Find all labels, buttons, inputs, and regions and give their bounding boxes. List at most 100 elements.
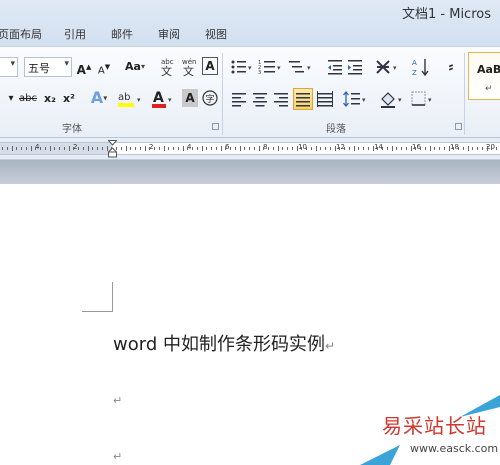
paragraph-dialog-launcher-icon[interactable] bbox=[455, 123, 462, 130]
align-left-icon[interactable] bbox=[230, 89, 248, 109]
group-separator bbox=[464, 53, 465, 135]
subscript-button[interactable]: x₂ bbox=[42, 89, 58, 109]
ruler-tick bbox=[443, 147, 445, 150]
ruler-tick bbox=[358, 147, 360, 150]
ruler-tick bbox=[420, 147, 421, 150]
line-spacing-icon[interactable]: ▾ bbox=[342, 89, 368, 109]
ruler-tick bbox=[73, 147, 75, 150]
document-paragraph[interactable]: word 中如制作条形码实例↵ bbox=[113, 330, 335, 356]
numbering-icon[interactable]: 1 2 3 ▾ bbox=[258, 57, 284, 77]
ruler-tick bbox=[348, 147, 350, 150]
empty-paragraph[interactable]: ↵ bbox=[113, 450, 122, 463]
ruler-tick bbox=[315, 146, 317, 151]
bullets-icon[interactable]: ▾ bbox=[230, 57, 254, 77]
ruler-tick bbox=[101, 147, 103, 150]
font-name-combo[interactable]: ▾ bbox=[0, 57, 18, 77]
ruler-tick bbox=[21, 147, 22, 150]
ruler-tick bbox=[59, 147, 60, 150]
text-effects-button[interactable]: A▾ bbox=[88, 88, 110, 108]
tab-mailings[interactable]: 邮件 bbox=[111, 24, 133, 44]
ruler-tick bbox=[372, 146, 374, 151]
svg-text:▾: ▾ bbox=[168, 96, 172, 104]
enclose-characters-icon[interactable]: 字 bbox=[202, 89, 218, 109]
ruler-tick bbox=[125, 146, 127, 151]
tab-view[interactable]: 视图 bbox=[205, 24, 227, 44]
ruler-tick bbox=[249, 147, 250, 150]
font-color-button[interactable]: A ▾ bbox=[150, 88, 174, 108]
increase-indent-icon[interactable] bbox=[346, 57, 364, 77]
show-formatting-marks-icon[interactable]: ⸗ bbox=[444, 57, 458, 77]
ruler-tick bbox=[201, 146, 203, 151]
ruler-tick bbox=[206, 147, 208, 150]
ruler-tick bbox=[44, 147, 46, 150]
ruler-tick bbox=[377, 147, 379, 150]
phonetic-guide-icon[interactable]: abc 文 bbox=[158, 55, 178, 77]
ruler-tick bbox=[344, 147, 345, 150]
ruler-tick bbox=[287, 147, 288, 150]
ruler-tick bbox=[2, 147, 3, 150]
ruler-tick bbox=[144, 146, 146, 151]
ruler-tick bbox=[196, 147, 198, 150]
highlight-button[interactable]: ab ▾ bbox=[116, 88, 144, 108]
multilevel-list-icon[interactable]: ▾ bbox=[288, 57, 314, 77]
ruler-tick bbox=[272, 147, 274, 150]
svg-text:▾: ▾ bbox=[248, 64, 252, 72]
distributed-align-icon[interactable] bbox=[316, 89, 334, 109]
tab-review[interactable]: 审阅 bbox=[158, 24, 180, 44]
character-border-icon[interactable]: A bbox=[202, 57, 218, 75]
decrease-indent-icon[interactable] bbox=[326, 57, 344, 77]
shrink-font-button[interactable]: A▼ bbox=[96, 57, 112, 77]
ruler-tick bbox=[173, 147, 174, 150]
underline-dropdown-icon[interactable]: ▾ bbox=[6, 89, 16, 109]
ruler-tick bbox=[448, 146, 450, 151]
svg-text:文: 文 bbox=[161, 64, 172, 77]
tab-references[interactable]: 引用 bbox=[64, 24, 86, 44]
watermark-url: www.easck.com bbox=[410, 442, 499, 455]
align-right-icon[interactable] bbox=[272, 89, 290, 109]
ruler-tick bbox=[130, 147, 132, 150]
ruler-tick bbox=[120, 147, 122, 150]
font-dialog-launcher-icon[interactable] bbox=[212, 123, 219, 130]
indent-marker-icon[interactable] bbox=[108, 140, 117, 158]
ruler-tick bbox=[187, 147, 189, 150]
change-case-button[interactable]: Aa▾ bbox=[122, 57, 148, 77]
ruler-tick bbox=[329, 147, 331, 150]
superscript-button[interactable]: x² bbox=[60, 89, 78, 109]
justify-icon[interactable] bbox=[293, 88, 313, 110]
svg-text:A: A bbox=[153, 90, 164, 106]
ruler-tick bbox=[63, 147, 65, 150]
grow-font-button[interactable]: A▲ bbox=[76, 57, 92, 77]
empty-paragraph[interactable]: ↵ bbox=[113, 394, 122, 407]
align-center-icon[interactable] bbox=[251, 89, 269, 109]
ruler-tick bbox=[472, 147, 474, 150]
character-shading-button[interactable]: A bbox=[182, 89, 198, 107]
styles-gallery-item[interactable]: AaBl ↵ bbox=[468, 52, 500, 100]
ruler-tick bbox=[263, 147, 265, 150]
ruler-tick bbox=[486, 146, 488, 151]
sort-icon[interactable]: AZ bbox=[412, 56, 430, 77]
ruler-tick bbox=[97, 147, 98, 150]
chinese-conversion-icon[interactable]: wén 文 bbox=[180, 55, 200, 77]
ruler-tick bbox=[177, 147, 179, 150]
ruler-tick bbox=[401, 147, 402, 150]
horizontal-ruler[interactable]: 4 2 2 4 6 8 10 12 14 16 18 20 bbox=[0, 142, 500, 155]
ruler-tick bbox=[439, 147, 440, 150]
shading-icon[interactable]: ▾ bbox=[378, 89, 406, 109]
tab-page-layout[interactable]: 页面布局 bbox=[0, 24, 42, 44]
ruler-tick bbox=[415, 147, 417, 150]
ruler-tick bbox=[391, 146, 393, 151]
strikethrough-button[interactable]: abc bbox=[16, 89, 40, 109]
ruler-tick bbox=[192, 147, 193, 150]
svg-text:▾: ▾ bbox=[428, 96, 432, 104]
font-group-label: 字体 bbox=[62, 124, 82, 135]
chinese-layout-icon[interactable]: ▾ bbox=[374, 57, 402, 77]
ruler-tick bbox=[82, 147, 84, 150]
borders-icon[interactable]: ▾ bbox=[410, 89, 436, 109]
ruler-tick bbox=[92, 147, 94, 150]
ruler-tick bbox=[382, 147, 383, 150]
font-size-combo[interactable]: 五号 ▾ bbox=[24, 57, 72, 77]
ruler-tick bbox=[230, 147, 231, 150]
ruler-tick bbox=[25, 147, 27, 150]
svg-text:文: 文 bbox=[183, 64, 194, 77]
ruler-tick bbox=[496, 147, 497, 150]
